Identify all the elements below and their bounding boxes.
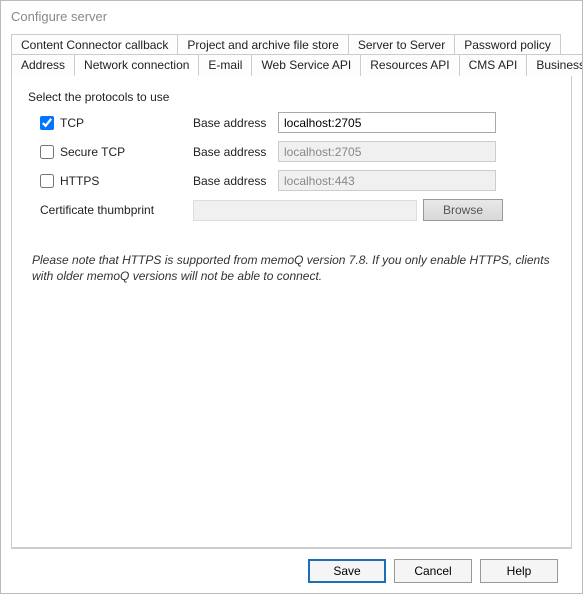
checkbox-secure-tcp[interactable]: [40, 145, 54, 159]
tab-resources-api[interactable]: Resources API: [360, 54, 459, 76]
base-address-input-tcp[interactable]: [278, 112, 496, 133]
tab-e-mail[interactable]: E-mail: [198, 54, 252, 76]
base-address-label-https: Base address: [193, 174, 278, 188]
tab-server-to-server[interactable]: Server to Server: [348, 34, 455, 55]
content-area: Content Connector callback Project and a…: [1, 34, 582, 548]
label-https: HTTPS: [60, 174, 99, 188]
tab-row-1: Content Connector callback Project and a…: [11, 34, 572, 54]
cancel-button[interactable]: Cancel: [394, 559, 472, 583]
label-tcp: TCP: [60, 116, 84, 130]
configure-server-window: Configure server Content Connector callb…: [0, 0, 583, 594]
tab-content-connector-callback[interactable]: Content Connector callback: [11, 34, 178, 55]
protocol-row-secure-tcp: Secure TCP Base address: [28, 141, 555, 162]
label-secure-tcp: Secure TCP: [60, 145, 125, 159]
save-button[interactable]: Save: [308, 559, 386, 583]
checkbox-https[interactable]: [40, 174, 54, 188]
tab-address[interactable]: Address: [11, 54, 75, 76]
tab-body: Select the protocols to use TCP Base add…: [11, 76, 572, 548]
base-address-label-secure-tcp: Base address: [193, 145, 278, 159]
certificate-thumbprint-input[interactable]: [193, 200, 417, 221]
tab-cms-api[interactable]: CMS API: [459, 54, 528, 76]
tab-row-2: Address Network connection E-mail Web Se…: [11, 54, 572, 75]
certificate-row: Certificate thumbprint Browse: [28, 199, 555, 221]
base-address-label-tcp: Base address: [193, 116, 278, 130]
tab-project-archive-file-store[interactable]: Project and archive file store: [177, 34, 348, 55]
https-note: Please note that HTTPS is supported from…: [28, 253, 555, 284]
help-button[interactable]: Help: [480, 559, 558, 583]
protocols-heading: Select the protocols to use: [28, 90, 555, 104]
window-title: Configure server: [1, 1, 582, 34]
base-address-input-https[interactable]: [278, 170, 496, 191]
tab-password-policy[interactable]: Password policy: [454, 34, 561, 55]
certificate-thumbprint-label: Certificate thumbprint: [40, 203, 193, 217]
tab-web-service-api[interactable]: Web Service API: [251, 54, 361, 76]
browse-button[interactable]: Browse: [423, 199, 503, 221]
base-address-input-secure-tcp[interactable]: [278, 141, 496, 162]
checkbox-tcp[interactable]: [40, 116, 54, 130]
tab-network-connection[interactable]: Network connection: [74, 54, 199, 76]
tab-strip: Content Connector callback Project and a…: [11, 34, 572, 76]
protocol-row-tcp: TCP Base address: [28, 112, 555, 133]
protocol-row-https: HTTPS Base address: [28, 170, 555, 191]
tab-business-analytics-api[interactable]: Business Analytics API: [526, 54, 582, 76]
dialog-footer: Save Cancel Help: [11, 548, 572, 593]
